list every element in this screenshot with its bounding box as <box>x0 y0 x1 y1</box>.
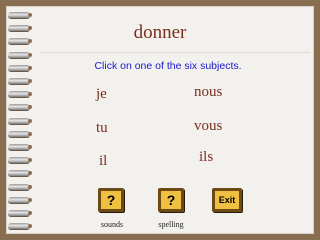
spiral-ring <box>8 210 30 216</box>
punch-hole <box>28 197 32 202</box>
spiral-ring <box>8 78 30 84</box>
punch-hole <box>28 158 32 163</box>
sounds-button[interactable]: ? <box>98 188 124 212</box>
punch-hole <box>28 52 32 57</box>
subject-il[interactable]: il <box>99 153 107 170</box>
punch-hole <box>28 13 32 17</box>
spiral-ring <box>8 144 30 150</box>
subject-je[interactable]: je <box>96 86 107 103</box>
punch-hole <box>28 118 32 123</box>
spelling-button[interactable]: ? <box>158 188 184 212</box>
punch-hole <box>28 105 32 110</box>
spiral-ring <box>8 170 30 177</box>
spiral-ring <box>8 104 30 111</box>
spiral-ring <box>8 91 30 98</box>
subject-nous[interactable]: nous <box>194 84 222 101</box>
spiral-ring <box>8 12 30 18</box>
punch-hole <box>28 224 32 229</box>
subject-vous[interactable]: vous <box>194 118 222 135</box>
punch-hole <box>28 171 32 176</box>
punch-hole <box>28 145 32 149</box>
spiral-ring <box>8 157 30 164</box>
spiral-ring <box>8 196 30 203</box>
spiral-ring <box>8 183 30 190</box>
subject-ils[interactable]: ils <box>199 149 213 166</box>
instruction-text: Click on one of the six subjects. <box>94 60 242 72</box>
sounds-caption: sounds <box>100 220 124 229</box>
spiral-ring <box>8 51 30 58</box>
subject-tu[interactable]: tu <box>96 120 108 137</box>
spiral-ring <box>8 223 30 230</box>
title-divider <box>40 52 310 53</box>
page-title: donner <box>133 22 187 43</box>
punch-hole <box>28 211 32 215</box>
punch-hole <box>28 184 32 189</box>
punch-hole <box>28 79 32 83</box>
punch-hole <box>28 92 32 97</box>
spelling-caption: spelling <box>158 220 184 229</box>
exit-button[interactable]: Exit <box>212 188 242 212</box>
spiral-ring <box>8 130 30 137</box>
spiral-ring <box>8 117 30 124</box>
punch-hole <box>28 131 32 136</box>
